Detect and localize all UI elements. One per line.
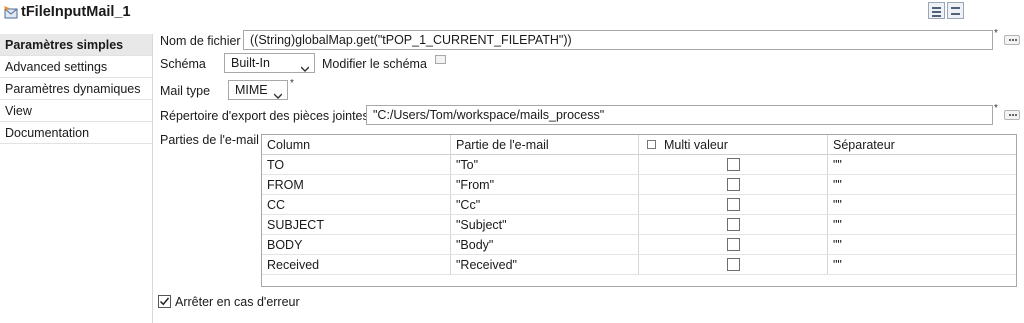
export-dir-browse-button[interactable] — [1004, 110, 1020, 120]
stop-on-error-checkbox[interactable] — [158, 295, 171, 308]
mail-component-icon — [4, 6, 18, 20]
required-marker: * — [994, 28, 998, 39]
cell-mail-part[interactable]: "Subject" — [451, 215, 507, 235]
sidebar-item-basic-settings[interactable]: Paramètres simples — [0, 34, 152, 56]
export-dir-field[interactable]: "C:/Users/Tom/workspace/mails_process" — [366, 105, 993, 125]
mail-type-label: Mail type — [160, 84, 211, 98]
cell-column[interactable]: FROM — [262, 175, 304, 195]
cell-separator[interactable]: "" — [828, 175, 842, 195]
mail-parts-table: Column Partie de l'e-mail Multi valeur S… — [261, 134, 1017, 287]
cell-column[interactable]: Received — [262, 255, 319, 275]
mail-type-select-value: MIME — [235, 83, 268, 97]
sidebar-item-dynamic-settings[interactable]: Paramètres dynamiques — [0, 78, 152, 100]
list-view-icon[interactable] — [928, 2, 945, 19]
cell-mail-part[interactable]: "From" — [451, 175, 494, 195]
cell-mail-part[interactable]: "Cc" — [451, 195, 480, 215]
file-name-browse-button[interactable] — [1004, 35, 1020, 45]
table-row[interactable]: TO "To" "" — [262, 155, 1016, 175]
split-view-icon[interactable] — [947, 2, 964, 19]
cell-mail-part[interactable]: "Received" — [451, 255, 517, 275]
cell-column[interactable]: TO — [262, 155, 284, 175]
file-name-field[interactable]: ((String)globalMap.get("tPOP_1_CURRENT_F… — [243, 30, 993, 50]
cell-separator[interactable]: "" — [828, 155, 842, 175]
schema-select[interactable]: Built-In — [224, 53, 315, 73]
multi-value-checkbox[interactable] — [727, 158, 740, 171]
cell-separator[interactable]: "" — [828, 195, 842, 215]
required-marker: * — [290, 78, 294, 89]
modify-schema-label: Modifier le schéma — [322, 57, 427, 71]
multi-value-checkbox[interactable] — [727, 238, 740, 251]
chevron-down-icon — [273, 87, 283, 99]
cell-column[interactable]: CC — [262, 195, 285, 215]
table-header: Column Partie de l'e-mail Multi valeur S… — [262, 135, 1016, 155]
multi-value-checkbox[interactable] — [727, 258, 740, 271]
multi-value-checkbox[interactable] — [727, 178, 740, 191]
header-separator[interactable]: Séparateur — [828, 135, 895, 155]
stop-on-error-label: Arrêter en cas d'erreur — [175, 295, 300, 309]
component-title: tFileInputMail_1 — [21, 4, 131, 20]
required-marker: * — [994, 103, 998, 114]
cell-mail-part[interactable]: "To" — [451, 155, 478, 175]
header-mail-part[interactable]: Partie de l'e-mail — [451, 135, 549, 155]
cell-separator[interactable]: "" — [828, 255, 842, 275]
chevron-down-icon — [300, 60, 310, 72]
sidebar-item-advanced-settings[interactable]: Advanced settings — [0, 56, 152, 78]
export-dir-label: Répertoire d'export des pièces jointes — [160, 109, 369, 123]
table-row[interactable]: FROM "From" "" — [262, 175, 1016, 195]
mail-type-select[interactable]: MIME — [228, 80, 288, 100]
table-row[interactable]: BODY "Body" "" — [262, 235, 1016, 255]
cell-separator[interactable]: "" — [828, 215, 842, 235]
settings-sidebar: Paramètres simples Advanced settings Par… — [0, 34, 153, 323]
multi-value-checkbox[interactable] — [727, 198, 740, 211]
header-multi-value[interactable]: Multi valeur — [659, 135, 728, 155]
modify-schema-button[interactable] — [435, 55, 446, 64]
header-multi-checkbox[interactable] — [647, 140, 656, 149]
cell-column[interactable]: BODY — [262, 235, 302, 255]
multi-value-checkbox[interactable] — [727, 218, 740, 231]
schema-select-value: Built-In — [231, 56, 270, 70]
sidebar-item-documentation[interactable]: Documentation — [0, 122, 152, 144]
cell-mail-part[interactable]: "Body" — [451, 235, 493, 255]
table-row[interactable]: CC "Cc" "" — [262, 195, 1016, 215]
table-row[interactable]: Received "Received" "" — [262, 255, 1016, 275]
title-bar: tFileInputMail_1 — [0, 0, 1024, 26]
table-row[interactable]: SUBJECT "Subject" "" — [262, 215, 1016, 235]
mail-parts-label: Parties de l'e-mail — [160, 133, 259, 147]
file-name-label: Nom de fichier — [160, 34, 241, 48]
sidebar-item-view[interactable]: View — [0, 100, 152, 122]
schema-label: Schéma — [160, 57, 206, 71]
checkmark-icon — [159, 297, 170, 306]
header-column[interactable]: Column — [262, 135, 310, 155]
cell-separator[interactable]: "" — [828, 235, 842, 255]
cell-column[interactable]: SUBJECT — [262, 215, 324, 235]
